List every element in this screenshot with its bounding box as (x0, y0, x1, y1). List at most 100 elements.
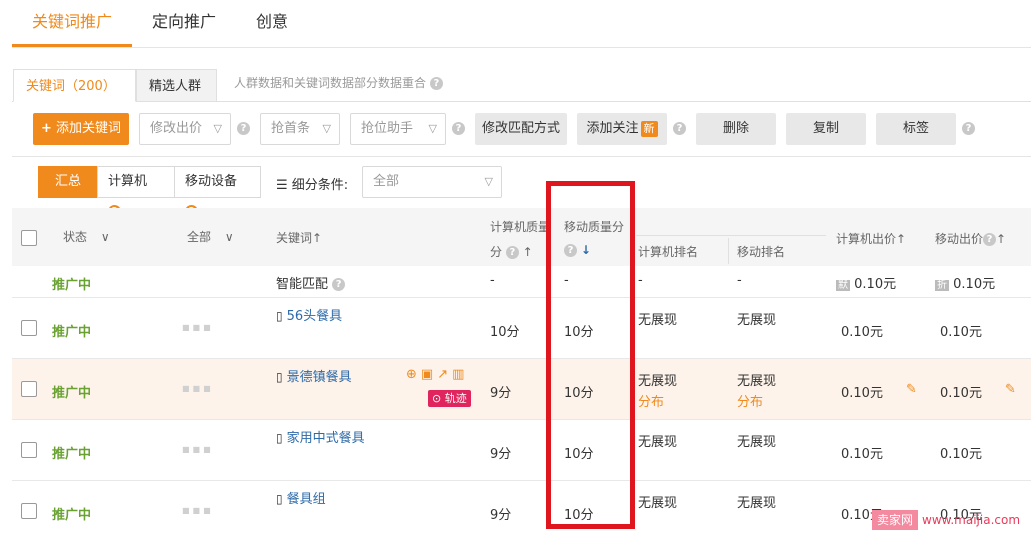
smart-match-label: 智能匹配 (276, 277, 329, 292)
target-icon[interactable]: ⊕ (406, 367, 421, 382)
mobile-bid-header-label: 移动出价 (935, 232, 984, 246)
pc-distribution-link[interactable]: 分布 (638, 391, 664, 410)
add-keyword-button[interactable]: + 添加关键词 (33, 113, 129, 145)
pencil-icon[interactable]: ✎ (1005, 382, 1016, 397)
row-checkbox[interactable] (21, 503, 37, 519)
mobile-rank-cell: 无展现 (737, 496, 777, 511)
overlap-note: 人群数据和关键词数据部分数据重合 ? (234, 74, 443, 91)
toolbar-divider (12, 156, 1031, 157)
help-icon[interactable]: ? (429, 77, 443, 90)
sort-up-icon: ↑ (996, 232, 1007, 246)
mobile-rank-header: 移动排名 (737, 245, 786, 259)
help-icon[interactable]: ? (505, 246, 519, 259)
all-header[interactable]: 全部 ∨ (187, 228, 234, 245)
modify-match-button[interactable]: 修改匹配方式 (475, 113, 567, 145)
row-checkbox[interactable] (21, 442, 37, 458)
pc-quality-cell: - (490, 273, 495, 288)
smart-match-keyword: 智能匹配 ? (276, 273, 346, 292)
placeholder-dots: ■■■ (182, 384, 214, 393)
mobile-distribution-link[interactable]: 分布 (737, 391, 763, 410)
row-divider (12, 297, 1031, 298)
help-icon[interactable]: ? (673, 122, 686, 135)
mobile-bid-cell: 0.10元 (940, 447, 982, 462)
highlight-box (546, 181, 635, 529)
help-icon[interactable]: ? (237, 122, 250, 135)
subtab-keywords[interactable]: 关键词（200） (13, 69, 136, 102)
keyword-header[interactable]: 关键词↑ (276, 229, 322, 246)
add-follow-button[interactable]: 添加关注新 (577, 113, 667, 145)
help-icon[interactable]: ? (452, 122, 465, 135)
keyword-link[interactable]: ▯ 56头餐具 (276, 305, 342, 324)
subtab-crowd[interactable]: 精选人群 (136, 69, 217, 102)
trash-icon[interactable]: ▥ (452, 367, 468, 382)
keyword-link[interactable]: ▯ 家用中式餐具 (276, 427, 365, 446)
tab-keyword-promotion[interactable]: 关键词推广 (32, 8, 112, 32)
pc-bid-header-label: 计算机出价 (836, 232, 897, 246)
tab-targeted-promotion[interactable]: 定向推广 (152, 8, 216, 32)
keyword-text: 56头餐具 (286, 309, 343, 324)
phone-icon: ▯ (276, 370, 283, 384)
pc-bid-header[interactable]: 计算机出价↑ (836, 230, 906, 247)
pc-rank-cell: 无展现 (638, 374, 678, 389)
new-badge: 新 (640, 121, 658, 137)
sort-up-icon: ↑ (896, 232, 907, 246)
pc-quality-header-line1: 计算机质量 (490, 220, 551, 234)
all-header-label: 全部 (187, 230, 212, 244)
trend-icon[interactable]: ↗ (437, 367, 452, 382)
mobile-bid-value: 0.10元 (953, 277, 996, 292)
report-icon[interactable]: ▣ (421, 367, 437, 382)
select-all-checkbox[interactable] (21, 230, 37, 246)
pc-bid-cell: 0.10元 (841, 386, 883, 401)
segment-computer[interactable]: 计算机 ? (97, 166, 175, 218)
pc-quality-header[interactable]: 计算机质量 分 ? ↑ (490, 218, 550, 260)
mobile-rank-cell: - (737, 273, 742, 288)
grab-first-select[interactable]: 抢首条 ▽ (260, 113, 340, 145)
mobile-bid-cell: 折 0.10元 (935, 273, 995, 292)
segment-summary[interactable]: 汇总 (38, 166, 98, 198)
pc-quality-header-line2: 分 (490, 245, 503, 259)
placeholder-dots: ■■■ (182, 506, 214, 515)
pc-quality-cell: 10分 (490, 325, 520, 340)
help-icon[interactable]: ? (983, 233, 997, 246)
mobile-bid-cell: 0.10元 (940, 386, 982, 401)
add-keyword-label: 添加关键词 (56, 121, 122, 136)
segment-mobile[interactable]: 移动设备 ? (174, 166, 261, 218)
tag-button[interactable]: 标签 (876, 113, 956, 145)
segment-mobile-label: 移动设备 (185, 174, 238, 189)
tab-creative[interactable]: 创意 (256, 8, 288, 32)
row-checkbox[interactable] (21, 381, 37, 397)
keyword-text: 家用中式餐具 (286, 431, 365, 446)
track-badge[interactable]: ⊙ 轨迹 (428, 390, 471, 407)
copy-button[interactable]: 复制 (786, 113, 866, 145)
add-follow-label: 添加关注 (586, 121, 639, 136)
help-icon[interactable]: ? (962, 122, 975, 135)
rank-helper-select[interactable]: 抢位助手 ▽ (350, 113, 446, 145)
chevron-down-icon: ▽ (322, 122, 331, 135)
pc-rank-cell: 无展现 (638, 496, 678, 511)
sort-up-icon: ↑ (522, 245, 533, 259)
pc-bid-value: 0.10元 (854, 277, 897, 292)
pencil-icon[interactable]: ✎ (906, 382, 917, 397)
keyword-link[interactable]: ▯ 景德镇餐具 (276, 366, 352, 385)
pc-quality-cell: 9分 (490, 508, 512, 523)
keyword-link[interactable]: ▯ 餐具组 (276, 488, 326, 507)
modify-bid-select[interactable]: 修改出价 ▽ (139, 113, 231, 145)
sort-up-icon: ↑ (312, 231, 323, 245)
mobile-rank-cell: 无展现 (737, 374, 777, 389)
mobile-bid-cell: 0.10元 (940, 325, 982, 340)
phone-icon: ▯ (276, 431, 283, 445)
row-checkbox[interactable] (21, 320, 37, 336)
plus-icon: + (40, 121, 52, 136)
pc-bid-cell: 0.10元 (841, 447, 883, 462)
chevron-down-icon: ▽ (213, 122, 222, 135)
list-icon: ☰ (276, 178, 288, 193)
status-header[interactable]: 状态 ∨ (63, 228, 110, 245)
grab-first-label: 抢首条 (271, 121, 311, 136)
status-text: 推广中 (52, 278, 92, 293)
status-text: 推广中 (52, 508, 92, 523)
delete-button[interactable]: 删除 (696, 113, 776, 145)
filter-select[interactable]: 全部 ▽ (362, 166, 502, 198)
mobile-rank-cell: 无展现 (737, 313, 777, 328)
help-icon[interactable]: ? (332, 278, 346, 291)
mobile-bid-header[interactable]: 移动出价? ↑ (935, 230, 1006, 247)
